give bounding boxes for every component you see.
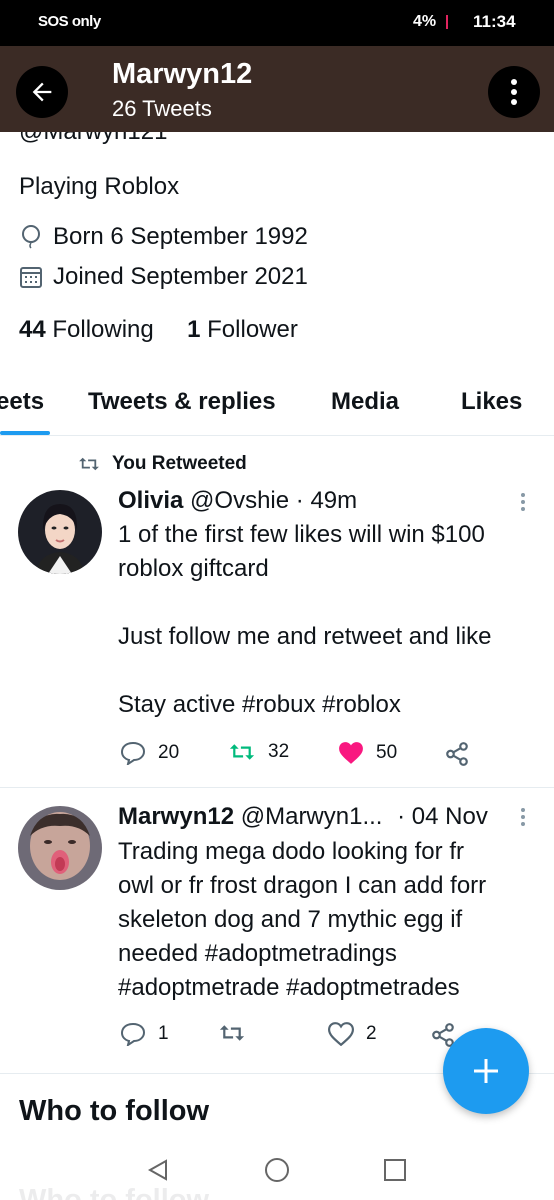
retweet-count: 32 bbox=[268, 741, 290, 762]
heart-icon bbox=[339, 742, 363, 764]
profile-header: Marwyn12 26 Tweets bbox=[0, 46, 554, 132]
dot-icon bbox=[521, 493, 525, 497]
heart-icon bbox=[328, 1022, 354, 1046]
tweet-time: · 04 Nov bbox=[397, 803, 488, 830]
reply-button[interactable]: 1 bbox=[120, 1022, 169, 1046]
more-options-button[interactable] bbox=[488, 66, 540, 118]
tweet-header: Marwyn12 @Marwyn1... · 04 Nov bbox=[118, 803, 488, 831]
following-link[interactable]: 44 Following bbox=[19, 316, 154, 343]
tweet-line: 1 of the first few likes will win $100 bbox=[118, 521, 485, 548]
tweet-line: roblox giftcard bbox=[118, 555, 269, 582]
compose-tweet-button[interactable] bbox=[443, 1028, 529, 1114]
battery-icon bbox=[446, 15, 448, 29]
dot-icon bbox=[511, 79, 517, 85]
following-count: 44 bbox=[19, 316, 46, 343]
tweet-count: 26 Tweets bbox=[112, 96, 212, 121]
calendar-icon bbox=[19, 265, 43, 289]
dot-icon bbox=[521, 507, 525, 511]
share-icon bbox=[446, 742, 468, 766]
tab-tweets-replies[interactable]: Tweets & replies bbox=[88, 388, 276, 416]
share-button[interactable] bbox=[444, 741, 470, 767]
tweet-line bbox=[118, 654, 538, 688]
reply-button[interactable]: 20 bbox=[120, 741, 179, 765]
square-recents-icon bbox=[384, 1159, 406, 1181]
retweet-icon bbox=[79, 457, 99, 471]
who-to-follow-heading: Who to follow bbox=[19, 1095, 210, 1127]
tweet-header: Olivia @Ovshie · 49m bbox=[118, 487, 357, 515]
tweet-actions: 20 32 50 bbox=[118, 741, 538, 771]
tweet-line: Stay active #robux #roblox bbox=[118, 691, 401, 718]
tab-media[interactable]: Media bbox=[331, 388, 399, 416]
nav-home-button[interactable] bbox=[263, 1156, 291, 1184]
retweet-context: You Retweeted bbox=[78, 453, 247, 475]
tweet-line bbox=[118, 586, 538, 620]
tweet-line: skeleton dog and 7 mythic egg if bbox=[118, 906, 463, 933]
like-count: 50 bbox=[376, 742, 398, 763]
retweet-button[interactable]: 32 bbox=[228, 741, 289, 763]
circle-home-icon bbox=[265, 1158, 289, 1182]
avatar[interactable] bbox=[18, 490, 102, 574]
dot-icon bbox=[521, 808, 525, 812]
follow-stats: 44 Following 1 Follower bbox=[19, 316, 298, 344]
tweet-menu-button[interactable] bbox=[518, 493, 528, 511]
system-nav-bar bbox=[0, 1138, 554, 1200]
clock: 11:34 bbox=[473, 12, 516, 31]
arrow-left-icon bbox=[32, 82, 52, 102]
nav-back-button[interactable] bbox=[144, 1156, 172, 1184]
like-count: 2 bbox=[366, 1023, 377, 1044]
tweet-line: #adoptmetrade #adoptmetrades bbox=[118, 974, 460, 1001]
active-tab-indicator bbox=[0, 431, 50, 435]
dot-icon bbox=[521, 500, 525, 504]
profile-tabs: eets Tweets & replies Media Likes bbox=[0, 374, 554, 436]
birthday-row: Born 6 September 1992 bbox=[19, 223, 308, 251]
following-label: Following bbox=[52, 316, 154, 343]
reply-count: 1 bbox=[158, 1023, 169, 1044]
tweet-line: needed #adoptmetradings bbox=[118, 940, 397, 967]
tweet-line: owl or fr frost dragon I can add forr bbox=[118, 872, 487, 899]
retweet-button[interactable] bbox=[218, 1022, 258, 1044]
status-bar: SOS only 4% 11:34 bbox=[0, 0, 554, 46]
tweet-time: · 49m bbox=[295, 487, 358, 514]
author-handle[interactable]: @Marwyn1... bbox=[241, 803, 383, 830]
balloon-icon bbox=[19, 225, 43, 249]
followers-link[interactable]: 1 Follower bbox=[187, 316, 298, 343]
dot-icon bbox=[521, 815, 525, 819]
profile-bio: Playing Roblox bbox=[19, 173, 180, 200]
tweet-menu-button[interactable] bbox=[518, 808, 528, 826]
battery-level: 4% bbox=[413, 13, 437, 30]
tweet-line: Trading mega dodo looking for fr bbox=[118, 838, 464, 865]
retweet-label: You Retweeted bbox=[112, 453, 247, 474]
nav-recents-button[interactable] bbox=[381, 1156, 409, 1184]
like-button[interactable]: 50 bbox=[338, 741, 397, 765]
tweet-text: 1 of the first few likes will win $100 r… bbox=[118, 518, 538, 722]
followers-label: Follower bbox=[207, 316, 298, 343]
back-button[interactable] bbox=[16, 66, 68, 118]
carrier-status: SOS only bbox=[38, 13, 101, 30]
reply-count: 20 bbox=[158, 742, 180, 763]
page-title: Marwyn12 bbox=[112, 58, 253, 90]
reply-icon bbox=[120, 1022, 146, 1046]
followers-count: 1 bbox=[187, 316, 201, 343]
tweet[interactable]: You Retweeted Olivia @Ovshie · 49m 1 of … bbox=[0, 437, 554, 788]
dot-icon bbox=[521, 822, 525, 826]
dot-icon bbox=[511, 89, 517, 95]
retweet-icon bbox=[229, 744, 255, 760]
reply-icon bbox=[120, 741, 146, 765]
birth-date: Born 6 September 1992 bbox=[53, 223, 308, 250]
plus-icon bbox=[474, 1059, 498, 1083]
tweet-line: Just follow me and retweet and like bbox=[118, 623, 492, 650]
dot-icon bbox=[511, 99, 517, 105]
avatar[interactable] bbox=[18, 806, 102, 890]
like-button[interactable]: 2 bbox=[328, 1022, 377, 1046]
triangle-back-icon bbox=[147, 1159, 167, 1181]
author-name[interactable]: Marwyn12 bbox=[118, 803, 234, 830]
tab-tweets[interactable]: eets bbox=[0, 388, 44, 416]
tweet-text: Trading mega dodo looking for fr owl or … bbox=[118, 835, 538, 1005]
author-name[interactable]: Olivia bbox=[118, 487, 183, 514]
author-handle[interactable]: @Ovshie bbox=[190, 487, 289, 514]
joined-date: Joined September 2021 bbox=[53, 263, 308, 290]
joined-row: Joined September 2021 bbox=[19, 263, 308, 291]
retweet-icon bbox=[219, 1025, 245, 1041]
tab-likes[interactable]: Likes bbox=[461, 388, 522, 416]
